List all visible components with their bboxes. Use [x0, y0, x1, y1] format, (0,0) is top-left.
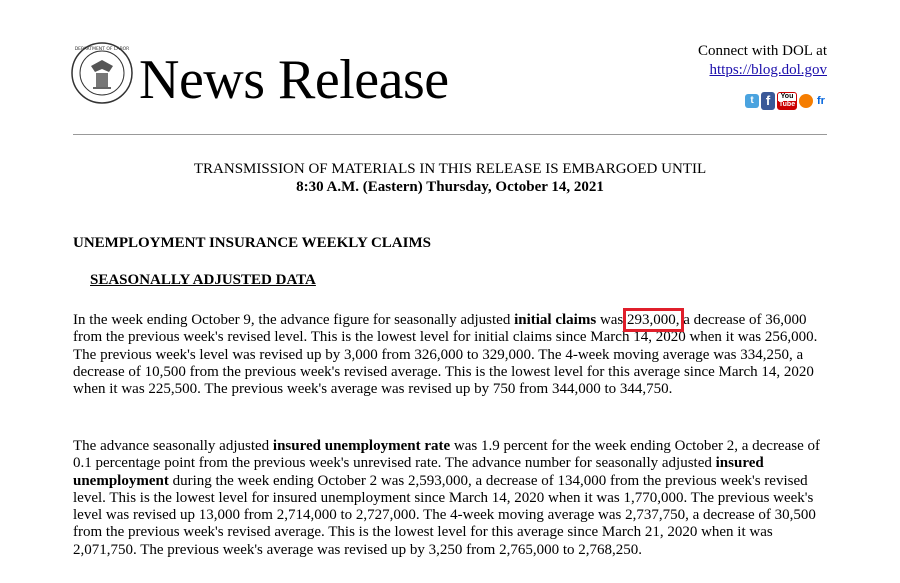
twitter-icon[interactable]: t	[745, 94, 759, 108]
para2-text-a: The advance seasonally adjusted	[73, 438, 273, 454]
svg-text:DEPARTMENT OF LABOR: DEPARTMENT OF LABOR	[75, 46, 130, 52]
para1-text-b: was	[596, 312, 628, 328]
header-divider	[73, 134, 827, 135]
para1-text-a: In the week ending October 9, the advanc…	[73, 312, 515, 328]
youtube-icon[interactable]: You Tube	[777, 92, 797, 110]
insured-unemployment-paragraph: The advance seasonally adjusted insured …	[73, 438, 833, 559]
section-heading: UNEMPLOYMENT INSURANCE WEEKLY CLAIMS	[73, 235, 431, 251]
page-title: News Release	[139, 49, 449, 111]
initial-claims-paragraph: In the week ending October 9, the advanc…	[73, 308, 833, 398]
blog-link[interactable]: https://blog.dol.gov	[709, 62, 827, 78]
embargo-notice: TRANSMISSION OF MATERIALS IN THIS RELEAS…	[0, 160, 900, 196]
embargo-line-2: 8:30 A.M. (Eastern) Thursday, October 14…	[296, 179, 604, 195]
initial-claims-term: initial claims	[514, 312, 597, 328]
insured-unemployment-rate-term: insured unemployment rate	[272, 438, 451, 454]
para2-text-c: during the week ending October 2 was 2,5…	[73, 472, 816, 558]
flickr-icon[interactable]: fr	[815, 94, 827, 108]
social-icons: t f You Tube fr	[745, 92, 827, 110]
embargo-line-1: TRANSMISSION OF MATERIALS IN THIS RELEAS…	[193, 161, 707, 177]
highlighted-claims-value: 293,000,	[623, 308, 684, 332]
dol-seal-logo: DEPARTMENT OF LABOR	[71, 42, 133, 104]
connect-block: Connect with DOL at https://blog.dol.gov	[698, 42, 827, 80]
connect-text: Connect with DOL at	[697, 43, 827, 59]
blog-icon[interactable]	[799, 94, 813, 108]
subsection-heading: SEASONALLY ADJUSTED DATA	[90, 272, 316, 288]
facebook-icon[interactable]: f	[761, 92, 775, 110]
